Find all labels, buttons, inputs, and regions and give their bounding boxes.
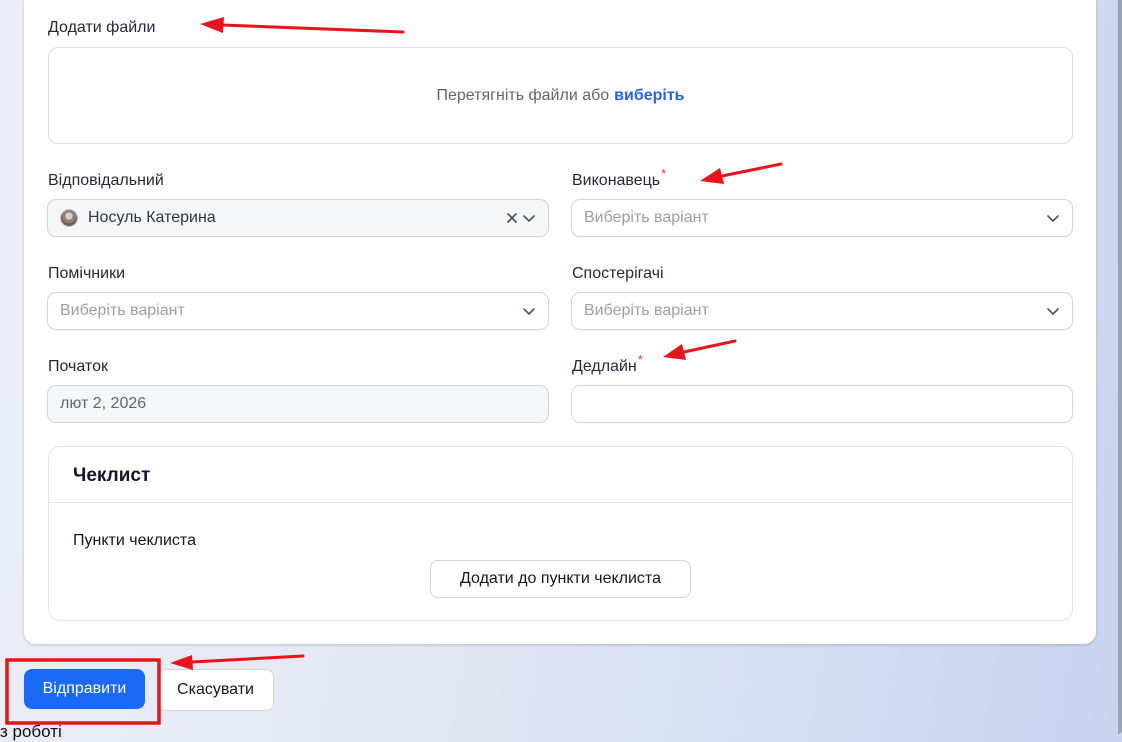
file-dropzone[interactable]: Перетягніть файли або виберіть <box>48 47 1073 144</box>
deadline-label: Дедлайн* <box>572 352 643 377</box>
assignee-label-text: Виконавець <box>572 172 661 189</box>
chevron-down-icon[interactable] <box>522 304 536 318</box>
checklist-items-label: Пункти чеклиста <box>73 532 196 549</box>
cancel-button[interactable]: Скасувати <box>157 669 274 711</box>
add-checklist-item-button[interactable]: Додати до пункти чеклиста <box>430 560 691 598</box>
chevron-down-icon[interactable] <box>1046 304 1060 318</box>
observers-placeholder: Виберіть варіант <box>584 302 709 319</box>
required-mark: * <box>661 166 667 181</box>
helpers-placeholder: Виберіть варіант <box>60 302 185 319</box>
start-date-input[interactable]: лют 2, 2026 <box>47 385 549 423</box>
start-label: Початок <box>48 358 108 375</box>
responsible-value: Носуль Катерина <box>88 209 216 226</box>
dropzone-text: Перетягніть файли або <box>436 86 610 104</box>
helpers-label: Помічники <box>48 265 125 282</box>
deadline-date-input[interactable] <box>571 385 1073 423</box>
start-date-value: лют 2, 2026 <box>60 395 147 412</box>
helpers-select[interactable]: Виберіть варіант <box>47 292 549 330</box>
window-edge <box>1118 0 1122 734</box>
assignee-label: Виконавець* <box>572 166 666 191</box>
attachments-label: Додати файли <box>48 19 156 36</box>
submit-button[interactable]: Відправити <box>24 669 145 709</box>
choose-files-link[interactable]: виберіть <box>614 87 684 105</box>
close-icon[interactable] <box>506 212 518 224</box>
checklist-title: Чеклист <box>49 447 1072 503</box>
assignee-select[interactable]: Виберіть варіант <box>571 199 1073 237</box>
chevron-down-icon[interactable] <box>1046 211 1060 225</box>
observers-select[interactable]: Виберіть варіант <box>571 292 1073 330</box>
responsible-select[interactable]: Носуль Катерина <box>47 199 549 237</box>
assignee-placeholder: Виберіть варіант <box>584 209 709 226</box>
observers-label: Спостерігачі <box>572 265 664 282</box>
chevron-down-icon[interactable] <box>522 211 536 225</box>
checklist-section: Чеклист Пункти чеклиста Додати до пункти… <box>48 446 1073 621</box>
background-partial-text: з роботі <box>0 722 62 741</box>
user-avatar <box>60 209 78 227</box>
deadline-label-text: Дедлайн <box>572 358 637 375</box>
required-mark: * <box>637 352 643 367</box>
responsible-label: Відповідальний <box>48 172 164 189</box>
